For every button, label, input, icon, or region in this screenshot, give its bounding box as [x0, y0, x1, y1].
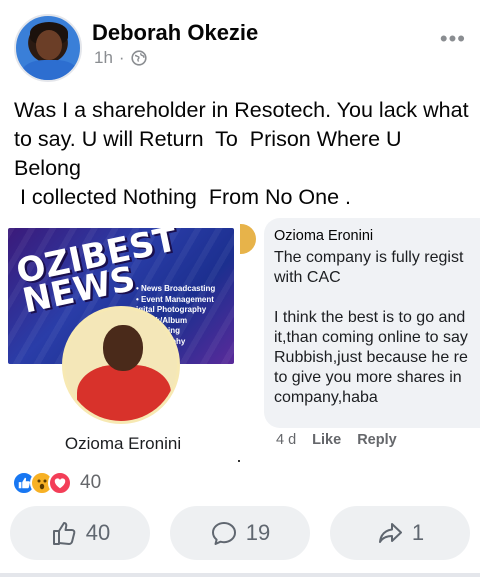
comment-button[interactable]: 19	[170, 506, 310, 560]
reaction-count[interactable]: 40	[80, 472, 101, 494]
comment-actions: 4 d Like Reply	[276, 432, 397, 448]
more-options-button[interactable]: •••	[440, 26, 466, 52]
post-divider	[0, 573, 480, 577]
share-count: 1	[411, 520, 425, 545]
post-text: Was I a shareholder in Resotech. You lac…	[14, 98, 469, 209]
post-meta: 1h ·	[94, 48, 147, 68]
comment-icon	[211, 522, 236, 545]
service-item: • Event Management	[136, 294, 214, 304]
like-count: 40	[85, 520, 111, 545]
stray-dot	[238, 460, 240, 462]
avatar-shirt	[22, 60, 78, 80]
post-image-left[interactable]: OZIBEST NEWS • News Broadcasting • Event…	[0, 222, 246, 462]
author-name[interactable]: Deborah Okezie	[92, 20, 258, 46]
action-bar: 40 19 1	[10, 506, 470, 560]
love-icon	[48, 471, 72, 495]
post-header: Deborah Okezie 1h · •••	[14, 14, 466, 84]
photo-caption: Ozioma Eronini	[64, 434, 182, 453]
share-icon	[378, 523, 402, 543]
commenter-avatar	[240, 224, 256, 254]
comment-count: 19	[245, 520, 271, 545]
thumbs-up-icon	[52, 522, 76, 545]
like-button[interactable]: 40	[10, 506, 150, 560]
author-avatar[interactable]	[14, 14, 82, 82]
globe-icon[interactable]	[130, 50, 147, 66]
profile-photo-circle	[62, 306, 180, 424]
comment-text: The company is fully regist with CAC I t…	[274, 249, 468, 406]
comment-reply-label: Reply	[357, 432, 397, 448]
reaction-summary[interactable]: 40	[12, 470, 101, 496]
comment-time: 4 d	[276, 432, 297, 448]
person-shirt	[77, 365, 171, 421]
share-button[interactable]: 1	[330, 506, 470, 560]
post-image-right[interactable]: Ozioma Eronini The company is fully regi…	[240, 218, 480, 458]
comment-like-label: Like	[312, 432, 342, 448]
meta-separator: ·	[118, 48, 125, 67]
post-time[interactable]: 1h	[94, 48, 113, 68]
service-item: • News Broadcasting	[136, 284, 216, 293]
comment-bubble: Ozioma Eronini The company is fully regi…	[264, 218, 480, 428]
person-head	[103, 325, 143, 371]
avatar-face	[36, 30, 62, 60]
commenter-name: Ozioma Eronini	[274, 228, 374, 244]
